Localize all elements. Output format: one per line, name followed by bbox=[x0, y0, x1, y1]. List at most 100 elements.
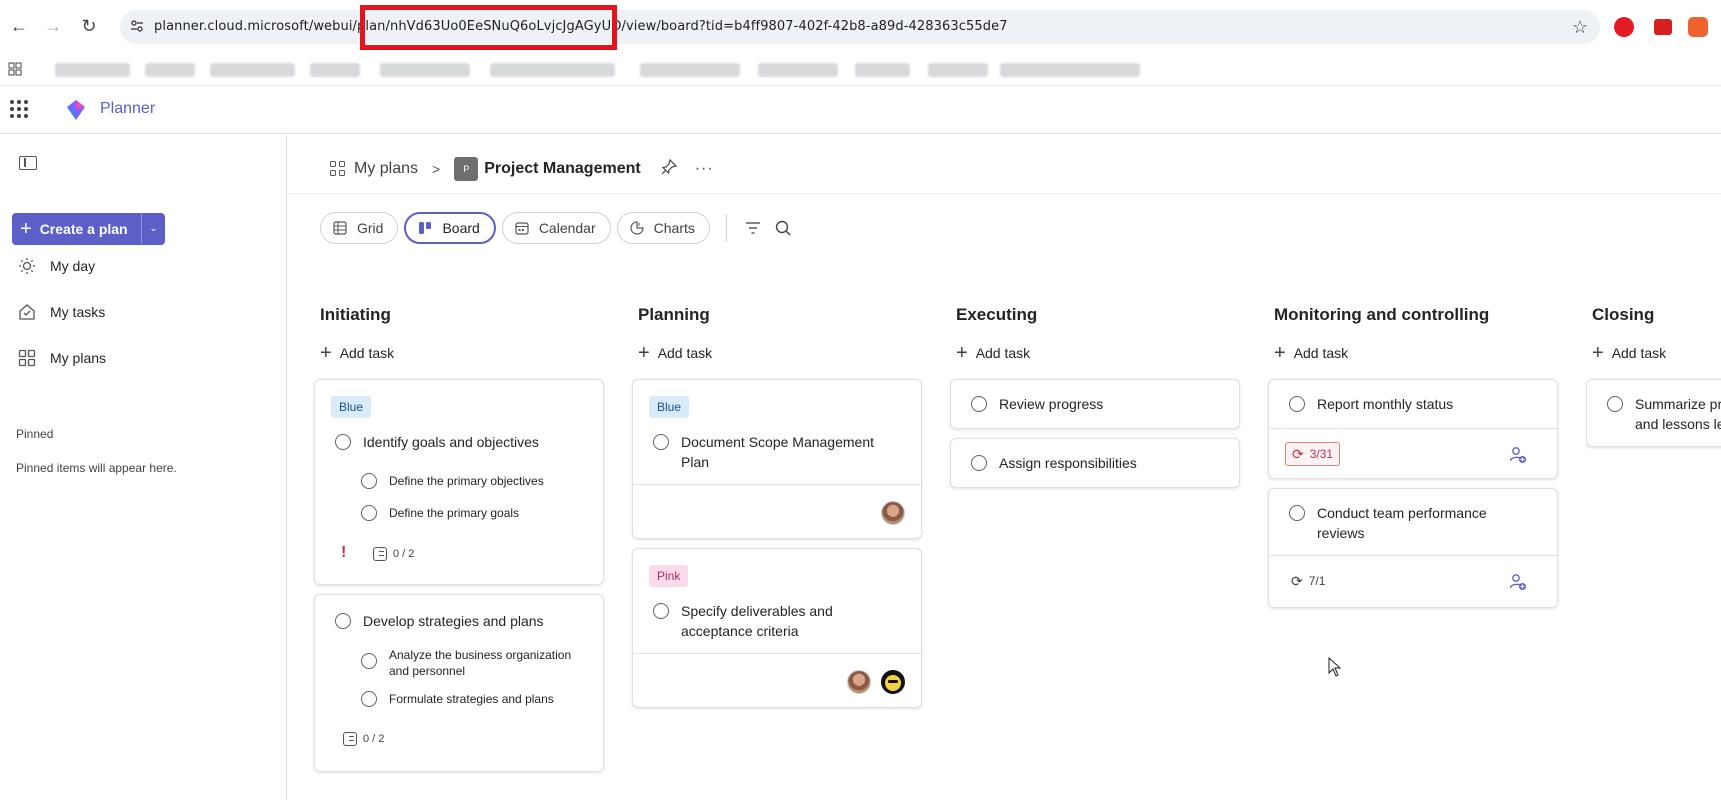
apps-grid-icon[interactable] bbox=[8, 62, 22, 76]
complete-task-icon[interactable] bbox=[1607, 396, 1623, 412]
task-card[interactable]: Review progress bbox=[950, 379, 1240, 429]
app-launcher-icon[interactable] bbox=[10, 100, 28, 118]
add-task-button[interactable]: + Add task bbox=[956, 341, 1240, 365]
avatar[interactable] bbox=[881, 670, 905, 694]
task-card[interactable]: Develop strategies and plans Analyze the… bbox=[314, 594, 604, 772]
task-card[interactable]: Summarize project and lessons learned bbox=[1586, 379, 1721, 447]
reload-icon[interactable]: ↻ bbox=[78, 15, 100, 37]
tab-label: Charts bbox=[653, 220, 695, 236]
bookmark-item[interactable] bbox=[855, 63, 910, 77]
task-title[interactable]: Document Scope Management Plan bbox=[681, 432, 893, 472]
app-name[interactable]: Planner bbox=[100, 100, 155, 118]
task-card[interactable]: Conduct team performance reviews ⟳ 7/1 bbox=[1268, 488, 1558, 608]
bookmark-item[interactable] bbox=[758, 63, 838, 77]
bookmark-item[interactable] bbox=[210, 63, 295, 77]
address-bar[interactable]: planner.cloud.microsoft/webui/plan/nhVd6… bbox=[120, 10, 1600, 44]
add-task-label: Add task bbox=[1293, 345, 1349, 361]
complete-task-icon[interactable] bbox=[335, 613, 351, 629]
bucket-monitoring: Monitoring and controlling + Add task Rep… bbox=[1268, 305, 1558, 608]
bookmark-item[interactable] bbox=[1000, 63, 1140, 77]
complete-task-icon[interactable] bbox=[971, 396, 987, 412]
breadcrumb-my-plans[interactable]: My plans bbox=[330, 160, 418, 178]
bookmark-item[interactable] bbox=[928, 63, 988, 77]
complete-task-icon[interactable] bbox=[653, 434, 669, 450]
bucket-title[interactable]: Initiating bbox=[320, 305, 604, 329]
task-title[interactable]: Develop strategies and plans bbox=[363, 611, 544, 631]
complete-task-icon[interactable] bbox=[335, 434, 351, 450]
bucket-title[interactable]: Executing bbox=[956, 305, 1240, 329]
add-task-button[interactable]: + Add task bbox=[1592, 341, 1721, 365]
back-icon[interactable]: ← bbox=[8, 15, 30, 37]
plus-icon: + bbox=[20, 217, 32, 240]
bucket-title[interactable]: Planning bbox=[638, 305, 922, 329]
sidebar: + Create a plan ⌄ My day My tasks My pla… bbox=[0, 135, 287, 800]
page-title[interactable]: Project Management bbox=[484, 160, 640, 178]
bookmark-item[interactable] bbox=[380, 63, 470, 77]
pinned-heading: Pinned bbox=[16, 427, 54, 441]
sidebar-item-my-plans[interactable]: My plans bbox=[18, 349, 106, 367]
bookmark-item[interactable] bbox=[310, 63, 360, 77]
create-plan-main[interactable]: + Create a plan bbox=[12, 213, 142, 245]
pin-icon[interactable] bbox=[661, 158, 677, 180]
task-title[interactable]: Review progress bbox=[999, 394, 1103, 414]
complete-task-icon[interactable] bbox=[1289, 396, 1305, 412]
checklist-circle-icon[interactable] bbox=[361, 473, 377, 489]
assign-person-icon[interactable] bbox=[1509, 446, 1527, 464]
bookmark-item[interactable] bbox=[145, 63, 195, 77]
task-card[interactable]: Pink Specify deliverables and acceptance… bbox=[632, 548, 922, 708]
extension-icon[interactable] bbox=[1688, 17, 1708, 37]
complete-task-icon[interactable] bbox=[653, 603, 669, 619]
bookmark-item[interactable] bbox=[490, 63, 615, 77]
add-task-button[interactable]: + Add task bbox=[1274, 341, 1558, 365]
main-content: My plans > P Project Management ··· Grid… bbox=[288, 135, 1721, 800]
checklist-circle-icon[interactable] bbox=[361, 691, 377, 707]
tab-charts[interactable]: Charts bbox=[616, 212, 710, 244]
complete-task-icon[interactable] bbox=[971, 455, 987, 471]
task-card[interactable]: Report monthly status ⟳ 3/31 bbox=[1268, 379, 1558, 479]
bookmark-item[interactable] bbox=[55, 63, 130, 77]
site-info-icon[interactable] bbox=[130, 19, 144, 33]
filter-icon[interactable] bbox=[743, 218, 763, 238]
tasks-icon bbox=[18, 303, 36, 321]
checklist-circle-icon[interactable] bbox=[361, 653, 377, 669]
task-title[interactable]: Conduct team performance reviews bbox=[1317, 503, 1509, 543]
create-plan-button[interactable]: + Create a plan ⌄ bbox=[12, 213, 165, 245]
sidebar-item-label: My day bbox=[50, 258, 96, 274]
add-task-button[interactable]: + Add task bbox=[638, 341, 922, 365]
sidebar-item-my-day[interactable]: My day bbox=[18, 257, 95, 275]
bucket-title[interactable]: Closing bbox=[1592, 305, 1721, 329]
plus-icon: + bbox=[1592, 341, 1604, 364]
assign-person-icon[interactable] bbox=[1509, 573, 1527, 591]
bucket-title[interactable]: Monitoring and controlling bbox=[1274, 305, 1558, 329]
tab-grid[interactable]: Grid bbox=[320, 212, 399, 244]
tab-board[interactable]: Board bbox=[404, 212, 496, 244]
sidebar-item-my-tasks[interactable]: My tasks bbox=[18, 303, 105, 321]
chevron-down-icon[interactable]: ⌄ bbox=[142, 213, 165, 245]
tab-calendar[interactable]: Calendar bbox=[501, 212, 611, 244]
task-title[interactable]: Summarize project and lessons learned bbox=[1635, 394, 1721, 434]
bookmark-star-icon[interactable]: ☆ bbox=[1572, 17, 1588, 38]
task-card[interactable]: Blue Document Scope Management Plan bbox=[632, 379, 922, 539]
task-title[interactable]: Assign responsibilities bbox=[999, 453, 1137, 473]
avatar[interactable] bbox=[847, 670, 871, 694]
complete-task-icon[interactable] bbox=[1289, 505, 1305, 521]
view-switcher: Grid Board Calendar Charts bbox=[320, 212, 803, 244]
task-card[interactable]: Blue Identify goals and objectives Defin… bbox=[314, 379, 604, 585]
forward-icon[interactable]: → bbox=[42, 15, 64, 37]
extension-icon[interactable] bbox=[1654, 19, 1672, 35]
extension-icon[interactable] bbox=[1614, 17, 1634, 37]
task-title[interactable]: Specify deliverables and acceptance crit… bbox=[681, 601, 853, 641]
checklist-circle-icon[interactable] bbox=[361, 505, 377, 521]
add-task-button[interactable]: + Add task bbox=[320, 341, 604, 365]
task-title[interactable]: Identify goals and objectives bbox=[363, 432, 539, 452]
search-icon[interactable] bbox=[773, 218, 793, 238]
task-card[interactable]: Assign responsibilities bbox=[950, 438, 1240, 488]
avatar[interactable] bbox=[881, 501, 905, 525]
collapse-sidebar-icon[interactable] bbox=[19, 156, 37, 170]
bookmark-item[interactable] bbox=[640, 63, 740, 77]
plus-icon: + bbox=[1274, 341, 1286, 364]
task-title[interactable]: Report monthly status bbox=[1317, 394, 1453, 414]
checklist-item-text: Formulate strategies and plans bbox=[389, 692, 554, 706]
more-options-icon[interactable]: ··· bbox=[695, 160, 714, 178]
app-header: Planner bbox=[0, 86, 1721, 134]
